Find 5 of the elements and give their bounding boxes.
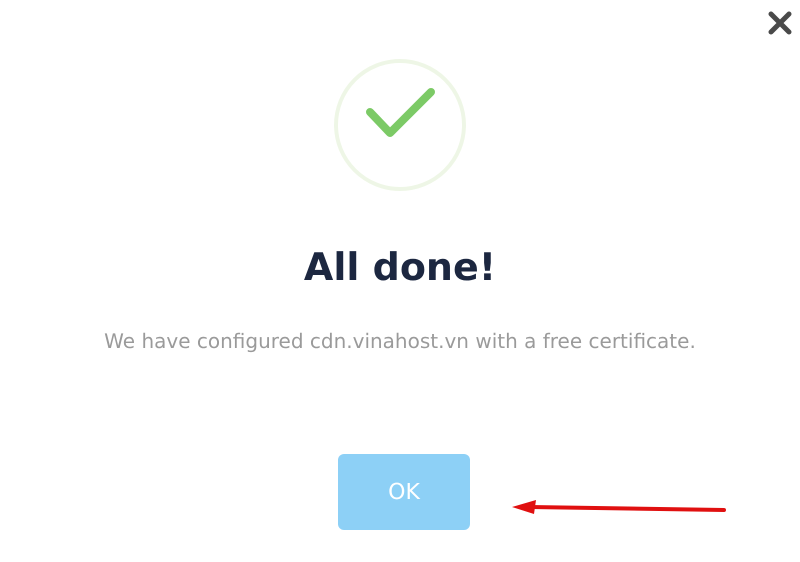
dialog-title: All done! <box>304 244 496 290</box>
check-icon <box>333 58 467 192</box>
ok-button[interactable]: OK <box>338 454 470 530</box>
dialog-message: We have configured cdn.vinahost.vn with a free certificate. <box>104 328 696 354</box>
close-icon[interactable] <box>766 9 794 37</box>
